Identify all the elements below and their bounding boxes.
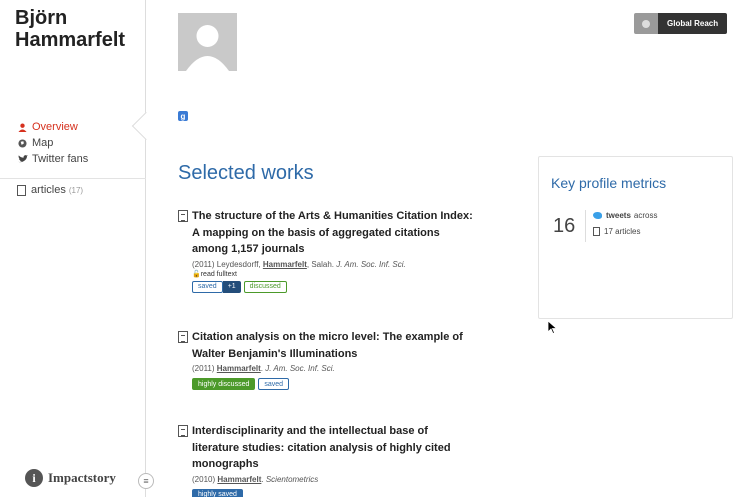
author-link[interactable]: Hammarfelt: [263, 260, 307, 269]
document-icon: [17, 184, 26, 196]
nav-divider: [0, 178, 146, 179]
sidebar-item-label: articles: [31, 184, 66, 196]
document-icon: [593, 227, 600, 236]
sidebar-item-overview[interactable]: Overview: [17, 119, 88, 135]
articles-count: (17): [68, 185, 84, 195]
sidebar-nav: Overview Map Twitter fans: [17, 119, 88, 167]
work-title[interactable]: Interdisciplinarity and the intellectual…: [192, 423, 478, 473]
impactstory-logo[interactable]: i Impactstory: [25, 469, 116, 487]
author-link[interactable]: Hammarfelt: [217, 475, 261, 484]
twitter-icon: [17, 155, 28, 163]
badge-discussed[interactable]: discussed: [243, 280, 287, 293]
key-metrics-panel: Key profile metrics 16 tweets across 17 …: [538, 156, 733, 319]
document-icon: [178, 425, 188, 437]
menu-toggle-button[interactable]: ≡: [138, 473, 154, 489]
metric-number: 16: [553, 215, 576, 237]
work-venue: J. Am. Soc. Inf. Sci.: [265, 364, 335, 373]
work-venue: Scientometrics: [265, 474, 319, 484]
sidebar-item-label: Twitter fans: [32, 153, 89, 165]
fulltext-label: read fulltext: [200, 270, 237, 278]
sidebar-item-label: Overview: [32, 121, 78, 133]
global-reach-button[interactable]: Global Reach: [634, 13, 728, 34]
work-year-authors: (2011) Leydesdorff,: [192, 259, 263, 269]
work-authors-rest: , Salah.: [306, 259, 337, 269]
user-icon: [17, 123, 28, 132]
google-scholar-icon[interactable]: g: [178, 111, 188, 121]
work-year: (2011): [192, 364, 217, 373]
metric-tweets[interactable]: tweets across: [593, 211, 657, 220]
badge-saved[interactable]: saved: [258, 378, 290, 390]
info-icon: i: [25, 469, 43, 487]
metrics-title: Key profile metrics: [551, 175, 667, 191]
articles-label: 17 articles: [604, 227, 641, 236]
sidebar-item-map[interactable]: Map: [17, 135, 88, 151]
work-venue: J. Am. Soc. Inf. Sci.: [336, 259, 406, 269]
hamburger-icon: ≡: [143, 476, 149, 486]
work-item: Interdisciplinarity and the intellectual…: [178, 423, 478, 497]
work-title[interactable]: Citation analysis on the micro level: Th…: [192, 329, 478, 362]
lock-icon: 🔓: [192, 270, 201, 278]
work-meta: (2011) Hammarfelt. J. Am. Soc. Inf. Sci.: [192, 364, 478, 373]
work-title[interactable]: The structure of the Arts & Humanities C…: [192, 208, 478, 258]
work-year: (2010): [192, 474, 218, 484]
read-fulltext-link[interactable]: 🔓read fulltext: [192, 270, 478, 278]
document-icon: [178, 210, 188, 222]
sidebar: Björn Hammarfelt Overview Map Twitter fa…: [0, 0, 146, 497]
work-meta: (2010) Hammarfelt. Scientometrics: [192, 475, 478, 484]
sidebar-item-articles[interactable]: articles (17): [17, 184, 83, 196]
work-meta: (2011) Leydesdorff, Hammarfelt, Salah. J…: [192, 260, 478, 269]
tweets-suffix: across: [633, 211, 658, 220]
badge-highly-saved[interactable]: highly saved: [192, 488, 243, 497]
document-icon: [178, 331, 188, 343]
badge-saved[interactable]: saved: [192, 280, 223, 293]
metric-divider: [585, 210, 586, 242]
profile-name: Björn Hammarfelt: [15, 7, 126, 51]
tweets-label: tweets: [606, 211, 631, 220]
badge-highly-discussed[interactable]: highly discussed: [192, 378, 256, 390]
work-item: Citation analysis on the micro level: Th…: [178, 329, 478, 390]
twitter-icon: [593, 212, 602, 219]
globe-icon: [634, 13, 658, 34]
author-link[interactable]: Hammarfelt: [217, 364, 261, 373]
badge-plus-one[interactable]: +1: [222, 280, 241, 293]
brand-name: Impactstory: [48, 470, 116, 485]
section-title: Selected works: [178, 162, 314, 184]
mouse-pointer-icon: [547, 320, 558, 339]
global-reach-label: Global Reach: [658, 13, 728, 34]
sidebar-item-label: Map: [32, 137, 54, 149]
sidebar-item-twitter-fans[interactable]: Twitter fans: [17, 151, 88, 167]
avatar: [178, 13, 237, 71]
work-item: The structure of the Arts & Humanities C…: [178, 208, 478, 293]
globe-icon: [17, 138, 28, 148]
metric-articles[interactable]: 17 articles: [593, 227, 640, 236]
